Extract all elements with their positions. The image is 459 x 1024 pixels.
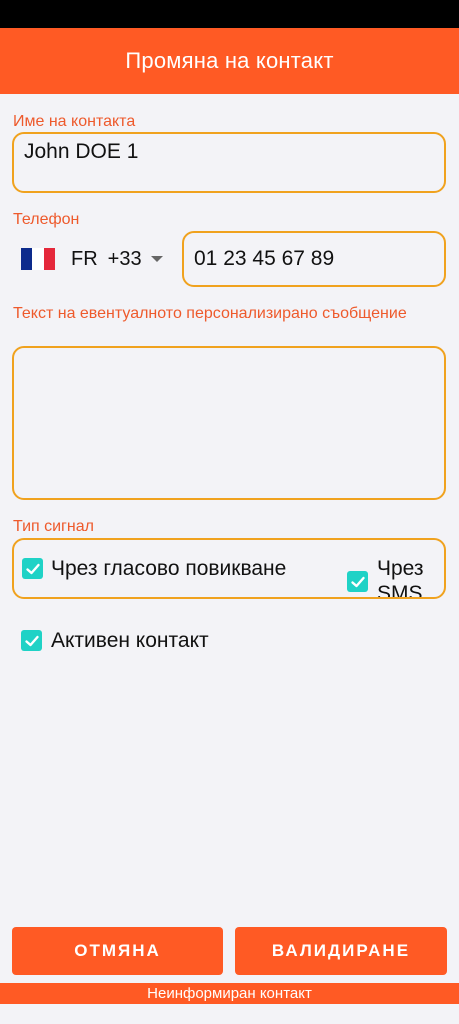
message-textarea[interactable]	[22, 356, 436, 490]
active-contact-label: Активен контакт	[51, 629, 209, 652]
phone-label: Телефон	[13, 211, 80, 228]
footer-status-bar: Неинформиран контакт	[0, 983, 459, 1004]
contact-name-input[interactable]	[24, 140, 434, 164]
country-selector[interactable]: FR +33	[21, 244, 163, 274]
country-code: FR	[71, 247, 98, 270]
france-flag-icon	[21, 248, 55, 270]
voice-call-label: Чрез гласово повикване	[51, 557, 287, 580]
checkmark-icon	[350, 576, 365, 587]
active-contact-checkbox[interactable]	[21, 630, 42, 651]
checkmark-icon	[25, 563, 40, 574]
sms-checkbox[interactable]	[347, 571, 368, 592]
signal-type-box: Чрез гласово повикване Чрез SMS	[12, 538, 446, 599]
checkmark-icon	[24, 635, 39, 646]
validate-button[interactable]: ВАЛИДИРАНЕ	[235, 927, 447, 975]
dropdown-arrow-icon	[150, 256, 163, 262]
sms-label-line1: Чрез	[377, 557, 424, 580]
message-label: Текст на евентуалното персонализирано съ…	[13, 305, 407, 322]
voice-call-checkbox[interactable]	[22, 558, 43, 579]
cancel-button[interactable]: ОТМЯНА	[12, 927, 223, 975]
footer-status-text: Неинформиран контакт	[147, 985, 312, 1002]
dial-code: +33	[107, 247, 142, 270]
contact-name-label: Име на контакта	[13, 113, 136, 130]
message-field-box	[12, 346, 446, 500]
page-title: Промяна на контакт	[125, 48, 334, 73]
signal-type-label: Тип сигнал	[13, 518, 94, 535]
phone-field-box	[182, 231, 446, 287]
status-bar	[0, 0, 459, 28]
sms-label-line2: SMS	[377, 582, 423, 599]
phone-input[interactable]	[194, 247, 434, 271]
app-bar: Промяна на контакт	[0, 28, 459, 94]
contact-name-field-box	[12, 132, 446, 193]
